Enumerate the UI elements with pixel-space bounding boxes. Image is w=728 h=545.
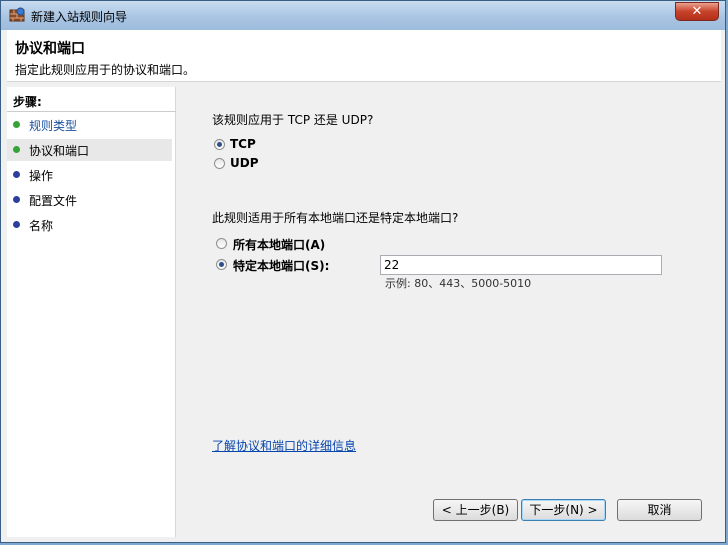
tcp-label[interactable]: TCP: [230, 137, 256, 151]
firewall-icon: [9, 7, 25, 22]
ports-question: 此规则适用于所有本地端口还是特定本地端口?: [212, 211, 459, 225]
protocol-question: 该规则应用于 TCP 还是 UDP?: [212, 113, 374, 127]
title-bar[interactable]: 新建入站规则向导 ✕: [1, 1, 725, 30]
step-label: 名称: [29, 219, 54, 233]
udp-radio[interactable]: [214, 158, 225, 169]
step-name[interactable]: 名称: [7, 214, 172, 236]
step-action[interactable]: 操作: [7, 164, 172, 186]
specific-ports-radio[interactable]: [216, 259, 227, 270]
step-label: 协议和端口: [29, 144, 90, 158]
step-pending-icon: [13, 196, 20, 203]
step-label: 操作: [29, 169, 54, 183]
ports-example: 示例: 80、443、5000-5010: [385, 277, 532, 290]
page-subtitle: 指定此规则应用于的协议和端口。: [15, 63, 196, 77]
step-rule-type[interactable]: 规则类型: [7, 114, 172, 136]
close-button[interactable]: ✕: [675, 2, 719, 21]
step-done-icon: [13, 121, 20, 128]
step-label: 规则类型: [29, 119, 78, 133]
steps-pane: 步骤: 规则类型 协议和端口 操作 配置文件 名称: [7, 87, 176, 537]
wizard-window: 新建入站规则向导 ✕ 协议和端口 指定此规则应用于的协议和端口。 步骤: 规则类…: [0, 0, 726, 543]
cancel-button[interactable]: 取消: [617, 499, 702, 521]
page-title: 协议和端口: [15, 41, 85, 57]
step-current-icon: [13, 146, 20, 153]
tcp-radio[interactable]: [214, 139, 225, 150]
next-button[interactable]: 下一步(N) >: [521, 499, 606, 521]
all-ports-label[interactable]: 所有本地端口(A): [233, 236, 325, 253]
all-ports-radio[interactable]: [216, 238, 227, 249]
step-pending-icon: [13, 221, 20, 228]
step-label: 配置文件: [29, 194, 78, 208]
steps-divider: [7, 111, 176, 112]
udp-label[interactable]: UDP: [230, 156, 259, 170]
back-button[interactable]: < 上一步(B): [433, 499, 518, 521]
step-protocol-ports[interactable]: 协议和端口: [7, 139, 172, 161]
page-header: 协议和端口 指定此规则应用于的协议和端口。: [7, 30, 721, 82]
learn-more-link[interactable]: 了解协议和端口的详细信息: [212, 437, 356, 454]
step-pending-icon: [13, 171, 20, 178]
step-profile[interactable]: 配置文件: [7, 189, 172, 211]
steps-title: 步骤:: [13, 95, 42, 109]
content-pane: 该规则应用于 TCP 还是 UDP? TCP UDP 此规则适用于所有本地端口还…: [176, 87, 721, 537]
specific-ports-label[interactable]: 特定本地端口(S):: [233, 257, 329, 274]
specific-ports-input[interactable]: 22: [380, 255, 662, 275]
window-title: 新建入站规则向导: [31, 10, 128, 24]
